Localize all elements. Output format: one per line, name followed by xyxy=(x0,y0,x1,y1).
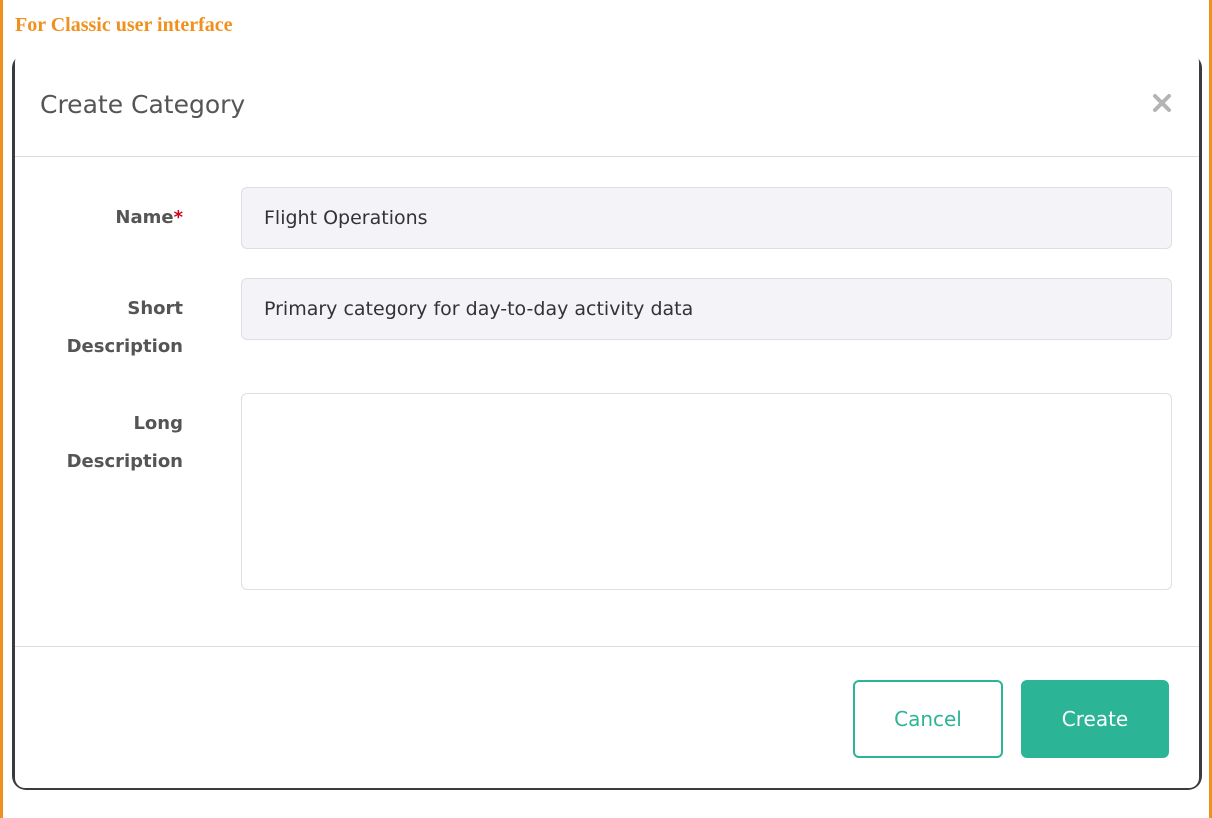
cancel-button[interactable]: Cancel xyxy=(853,680,1003,758)
long-description-label-line2: Description xyxy=(66,451,183,472)
required-indicator: * xyxy=(173,207,183,228)
long-description-textarea[interactable] xyxy=(241,393,1172,590)
create-category-dialog: Create Category Name* Short Description … xyxy=(15,52,1199,788)
close-icon[interactable] xyxy=(1147,88,1177,118)
short-description-label-line1: Short xyxy=(127,298,183,319)
long-description-label-line1: Long xyxy=(133,413,183,434)
dialog-header: Create Category xyxy=(15,52,1199,157)
short-description-input[interactable] xyxy=(241,278,1172,340)
name-label-text: Name xyxy=(115,207,174,228)
dialog-footer: Cancel Create xyxy=(15,646,1199,788)
name-label: Name* xyxy=(15,199,183,237)
name-input[interactable] xyxy=(241,187,1172,249)
create-button[interactable]: Create xyxy=(1021,680,1169,758)
short-description-label-line2: Description xyxy=(66,336,183,357)
long-description-label: Long Description xyxy=(15,405,183,481)
short-description-label: Short Description xyxy=(15,290,183,366)
section-heading: For Classic user interface xyxy=(15,14,233,36)
dialog-title: Create Category xyxy=(40,90,246,119)
